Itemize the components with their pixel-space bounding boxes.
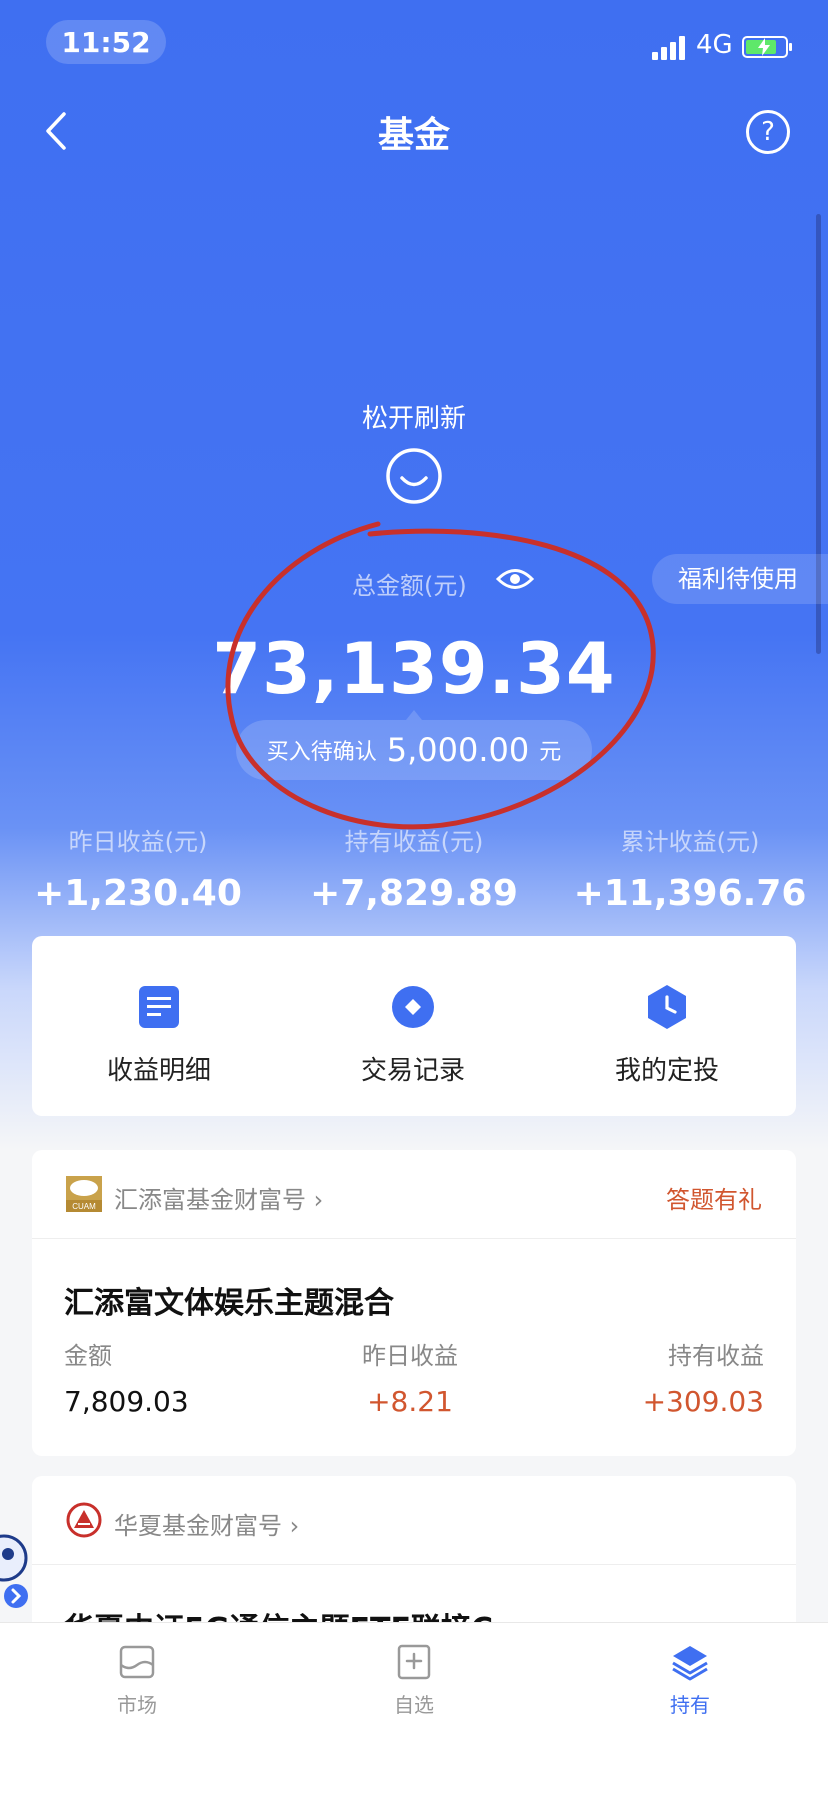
action-earnings-detail[interactable]: 收益明细: [32, 984, 286, 1087]
smile-refresh-icon: [386, 448, 442, 504]
quick-actions-card: 收益明细 交易记录 我的定投: [32, 936, 796, 1116]
pull-refresh-label: 松开刷新: [361, 404, 466, 434]
fund-holding-earnings: 持有收益 +309.03: [642, 1342, 764, 1418]
fund-house-name[interactable]: 华夏基金财富号 ›: [114, 1506, 299, 1541]
cuam-logo-icon: CUAM: [66, 1176, 102, 1212]
hand-drawn-circle-annotation: [225, 521, 656, 830]
stat-cumulative: 累计收益(元) +11,396.76: [552, 822, 828, 914]
action-label: 我的定投: [614, 1056, 719, 1086]
battery-icon: [742, 36, 792, 58]
storefront-icon: [119, 1645, 155, 1679]
status-bar: 11:52 4G: [0, 0, 828, 90]
action-trade-records[interactable]: 交易记录: [286, 984, 540, 1087]
tab-label: 市场: [117, 1693, 157, 1717]
fund-name: 汇添富文体娱乐主题混合: [64, 1286, 394, 1321]
layers-icon: [672, 1646, 708, 1681]
bottom-tab-bar: 市场 自选 持有: [0, 1622, 828, 1793]
tab-label: 自选: [394, 1693, 434, 1717]
svg-text:CUAM: CUAM: [72, 1202, 96, 1211]
add-bookmark-icon: [397, 1644, 431, 1680]
action-label: 交易记录: [360, 1056, 465, 1086]
stat-value: +1,230.40: [34, 873, 242, 914]
mascot-float-icon[interactable]: [0, 1520, 32, 1620]
stat-label: 累计收益(元): [620, 828, 760, 856]
diamond-icon: [392, 986, 434, 1028]
fund-house-header[interactable]: CUAM 汇添富基金财富号 › 答题有礼: [32, 1150, 796, 1239]
status-time: 11:52: [46, 20, 166, 64]
signal-icon: [652, 36, 688, 60]
chevron-right-icon: ›: [289, 1512, 300, 1540]
quiz-promo-link[interactable]: 答题有礼: [666, 1180, 762, 1215]
fund-house-header[interactable]: 华夏基金财富号 ›: [32, 1476, 796, 1565]
document-icon: [139, 986, 179, 1028]
clock-icon: [648, 985, 686, 1029]
stat-value: +11,396.76: [573, 873, 807, 914]
action-label: 收益明细: [106, 1056, 211, 1086]
tab-holdings[interactable]: 持有: [620, 1643, 760, 1718]
stat-yesterday: 昨日收益(元) +1,230.40: [0, 822, 276, 914]
tab-watchlist[interactable]: 自选: [344, 1643, 484, 1718]
nav-bar: 基金 ?: [0, 90, 828, 174]
fund-amount: 金额 7,809.03: [64, 1342, 189, 1418]
stat-label: 昨日收益(元): [68, 828, 208, 856]
tab-label: 持有: [670, 1693, 710, 1717]
chevron-right-icon: ›: [313, 1186, 324, 1214]
stat-holding: 持有收益(元) +7,829.89: [276, 822, 552, 914]
stat-value: +7,829.89: [310, 873, 518, 914]
fund-yesterday-earnings: 昨日收益 +8.21: [362, 1342, 458, 1418]
tab-market[interactable]: 市场: [67, 1643, 207, 1718]
fund-card[interactable]: CUAM 汇添富基金财富号 › 答题有礼 汇添富文体娱乐主题混合 金额 7,80…: [32, 1150, 796, 1456]
chinaamc-logo-icon: [66, 1502, 102, 1538]
fund-house-name[interactable]: 汇添富基金财富号 ›: [114, 1180, 323, 1215]
network-type: 4G: [696, 30, 733, 60]
welfare-button[interactable]: 福利待使用: [652, 554, 828, 604]
earnings-stats: 昨日收益(元) +1,230.40 持有收益(元) +7,829.89 累计收益…: [0, 822, 828, 922]
stat-label: 持有收益(元): [344, 828, 484, 856]
action-my-plans[interactable]: 我的定投: [540, 984, 794, 1087]
help-button[interactable]: ?: [746, 110, 790, 154]
page-title: 基金: [377, 115, 450, 156]
